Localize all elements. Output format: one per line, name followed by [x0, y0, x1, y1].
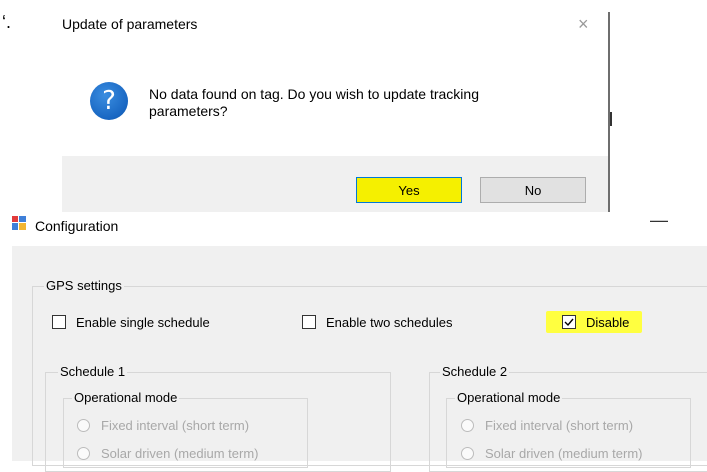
question-icon: ? [90, 82, 128, 120]
enable-two-schedules-checkbox[interactable] [302, 315, 316, 329]
configuration-title: Configuration [35, 218, 119, 234]
schedule-1-solar-driven-radio[interactable] [77, 447, 90, 460]
close-icon[interactable]: × [578, 14, 589, 35]
text-fragment: ‘. [2, 12, 11, 32]
schedule-1-operational-mode-legend: Operational mode [72, 390, 180, 405]
schedule-1-fixed-interval-label: Fixed interval (short term) [101, 418, 250, 433]
enable-single-schedule-checkbox[interactable] [52, 315, 66, 329]
disable-checkbox[interactable] [562, 315, 576, 329]
schedule-1-legend: Schedule 1 [58, 364, 128, 379]
no-button[interactable]: No [480, 177, 586, 203]
schedule-1-solar-driven-label: Solar driven (medium term) [101, 446, 259, 461]
yes-button[interactable]: Yes [356, 177, 462, 203]
minimize-icon[interactable]: — [650, 210, 668, 231]
enable-two-schedules-label: Enable two schedules [326, 315, 453, 330]
dialog-title: Update of parameters [62, 16, 198, 32]
schedule-2-solar-driven-radio[interactable] [461, 447, 474, 460]
schedule-2-fixed-interval-radio[interactable] [461, 419, 474, 432]
dialog-message-line2: parameters? [149, 103, 228, 119]
schedule-2-fixed-interval-label: Fixed interval (short term) [485, 418, 634, 433]
disable-label: Disable [586, 315, 630, 330]
schedule-2-solar-driven-label: Solar driven (medium term) [485, 446, 643, 461]
dialog-message: No data found on tag. Do you wish to upd… [149, 86, 579, 120]
enable-single-schedule-label: Enable single schedule [76, 315, 210, 330]
window-edge-mark [610, 112, 612, 126]
schedule-2-legend: Schedule 2 [440, 364, 510, 379]
dialog-message-line1: No data found on tag. Do you wish to upd… [149, 86, 479, 102]
checkmark-icon [564, 318, 574, 327]
schedule-2-operational-mode-legend: Operational mode [455, 390, 563, 405]
gps-settings-legend: GPS settings [44, 278, 124, 293]
app-icon [12, 216, 26, 230]
schedule-1-fixed-interval-radio[interactable] [77, 419, 90, 432]
